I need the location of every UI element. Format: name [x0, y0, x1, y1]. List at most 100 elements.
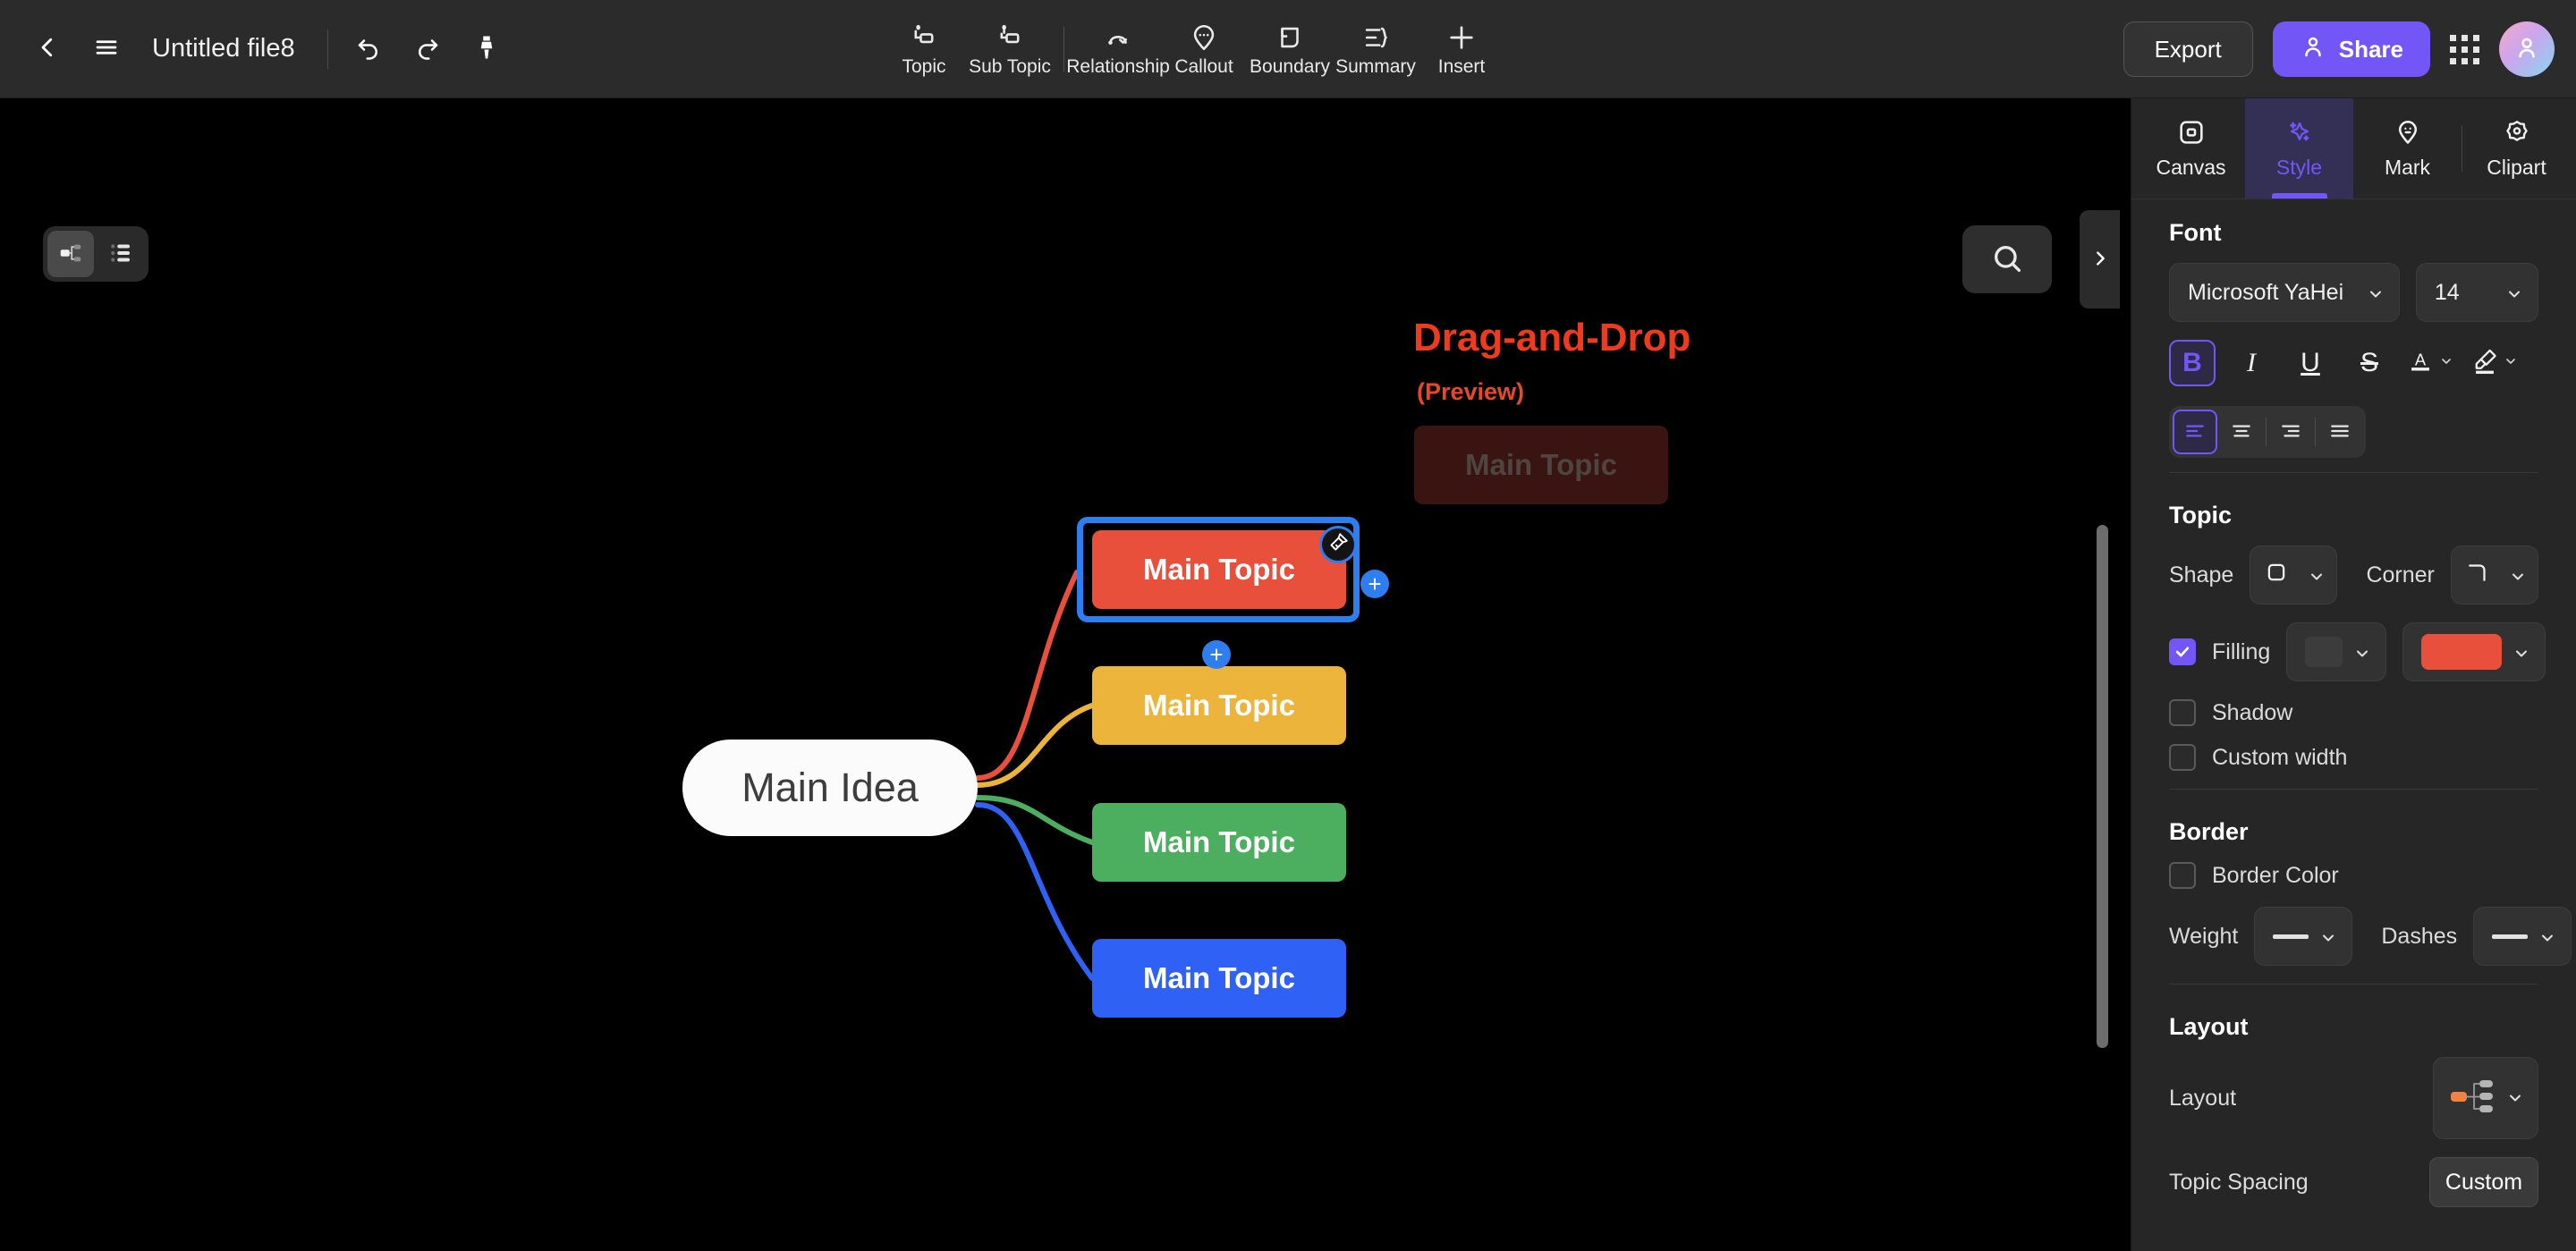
font-section: Font Microsoft YaHei 14 B I U S A: [2131, 199, 2576, 482]
align-justify-icon: [2328, 419, 2351, 445]
tool-callout-label: Callout: [1174, 56, 1233, 77]
redo-button[interactable]: [400, 21, 455, 77]
header-divider: [326, 29, 328, 69]
tab-canvas-label: Canvas: [2156, 155, 2226, 179]
apps-grid-icon[interactable]: [2450, 34, 2479, 64]
sparkle-icon: [2285, 118, 2314, 149]
align-divider: [2266, 418, 2267, 446]
search-icon: [1989, 241, 2025, 279]
tab-mark[interactable]: Mark: [2353, 98, 2462, 199]
align-divider: [2315, 418, 2316, 446]
text-color-icon: A: [2405, 346, 2436, 381]
mindmap-branch-node-3[interactable]: Main Topic: [1092, 803, 1346, 882]
tool-sub-topic[interactable]: Sub Topic: [967, 6, 1053, 92]
avatar[interactable]: [2499, 21, 2555, 77]
shadow-row: Shadow: [2169, 699, 2538, 726]
align-justify-button[interactable]: [2318, 410, 2362, 454]
panel-collapse-button[interactable]: [2080, 210, 2120, 309]
mindmap-branch-node-1[interactable]: Main Topic: [1092, 530, 1346, 609]
node-add-sibling-button[interactable]: +: [1360, 570, 1389, 598]
corner-label: Corner: [2366, 562, 2435, 587]
align-left-button[interactable]: [2173, 410, 2217, 454]
back-button[interactable]: [20, 21, 75, 77]
canvas-vertical-scrollbar[interactable]: [2097, 525, 2108, 1048]
tab-mark-label: Mark: [2384, 155, 2431, 179]
shape-select[interactable]: [2250, 545, 2338, 604]
canvas-area[interactable]: Drag-and-Drop (Preview) Main Topic Main …: [0, 98, 2131, 1251]
custom-width-checkbox[interactable]: [2169, 744, 2196, 771]
tool-relationship[interactable]: Relationship: [1066, 6, 1170, 92]
tool-summary[interactable]: Summary: [1333, 6, 1419, 92]
italic-button[interactable]: I: [2228, 340, 2275, 386]
underline-button[interactable]: U: [2287, 340, 2334, 386]
preview-ghost-node: Main Topic: [1414, 426, 1668, 504]
text-color-control[interactable]: A: [2405, 346, 2457, 381]
chevron-down-icon: [2505, 283, 2523, 301]
chevron-left-icon: [34, 34, 61, 63]
app-header: Untitled file8 Topic Sub Topic Relations…: [0, 0, 2576, 98]
filling-checkbox[interactable]: [2169, 638, 2196, 665]
hamburger-menu-icon: [93, 34, 120, 63]
chevron-down-icon: [2308, 566, 2326, 584]
filling-style-select[interactable]: [2286, 622, 2387, 681]
menu-button[interactable]: [79, 21, 134, 77]
panel-tab-bar: Canvas Style Mark Clipart: [2131, 98, 2576, 199]
tool-boundary-label: Boundary: [1250, 56, 1330, 77]
mindmap-view-icon: [57, 240, 84, 269]
mark-pin-icon: [2394, 118, 2422, 149]
shape-label: Shape: [2169, 562, 2234, 587]
tab-clipart[interactable]: Clipart: [2462, 98, 2571, 199]
document-title[interactable]: Untitled file8: [152, 34, 295, 63]
tool-topic-label: Topic: [902, 56, 946, 77]
weight-dashes-row: Weight Dashes: [2169, 907, 2572, 966]
callout-icon: [1189, 22, 1219, 53]
mindmap-root-node[interactable]: Main Idea: [682, 740, 978, 836]
format-painter-button[interactable]: [459, 21, 514, 77]
user-avatar-icon: [2512, 33, 2541, 66]
strikethrough-button[interactable]: S: [2346, 340, 2393, 386]
font-family-select[interactable]: Microsoft YaHei: [2169, 263, 2400, 322]
highlight-color-control[interactable]: [2470, 346, 2521, 381]
view-toggle-mindmap[interactable]: [47, 231, 94, 277]
chevron-down-icon: [2367, 283, 2385, 301]
tool-relationship-label: Relationship: [1066, 56, 1170, 77]
export-button[interactable]: Export: [2123, 21, 2253, 77]
align-left-icon: [2183, 419, 2207, 445]
mindmap-branch-node-2[interactable]: Main Topic: [1092, 666, 1346, 745]
shadow-checkbox[interactable]: [2169, 699, 2196, 726]
bold-button[interactable]: B: [2169, 340, 2216, 386]
node-brush-badge[interactable]: [1319, 526, 1357, 563]
share-button[interactable]: Share: [2272, 21, 2430, 77]
layout-select[interactable]: [2433, 1057, 2538, 1139]
border-color-checkbox[interactable]: [2169, 862, 2196, 889]
tab-style[interactable]: Style: [2245, 98, 2353, 199]
tool-insert[interactable]: Insert: [1419, 6, 1504, 92]
layout-label: Layout: [2169, 1085, 2237, 1111]
search-button[interactable]: [1962, 225, 2052, 293]
filling-row: Filling: [2169, 622, 2546, 681]
filling-label: Filling: [2212, 638, 2271, 664]
filling-color-select[interactable]: [2402, 622, 2546, 681]
align-right-button[interactable]: [2268, 410, 2313, 454]
node-add-child-button[interactable]: +: [1202, 640, 1231, 669]
clipart-icon: [2503, 118, 2531, 149]
border-dashes-select[interactable]: [2473, 907, 2572, 966]
filling-color-swatch: [2421, 634, 2503, 670]
chevron-down-icon: [2509, 566, 2527, 584]
tab-canvas[interactable]: Canvas: [2137, 98, 2245, 199]
shape-corner-row: Shape Corner: [2169, 545, 2538, 604]
border-weight-select[interactable]: [2254, 907, 2353, 966]
chevron-right-icon: [2090, 249, 2110, 271]
border-color-label: Border Color: [2212, 862, 2339, 888]
corner-select[interactable]: [2450, 545, 2538, 604]
topic-spacing-custom-button[interactable]: Custom: [2429, 1157, 2538, 1207]
font-size-select[interactable]: 14: [2415, 263, 2538, 322]
tool-callout[interactable]: Callout: [1161, 6, 1247, 92]
view-toggle-outline[interactable]: [97, 231, 144, 277]
tool-topic[interactable]: Topic: [881, 6, 967, 92]
align-center-button[interactable]: [2219, 410, 2264, 454]
undo-button[interactable]: [341, 21, 396, 77]
tool-boundary[interactable]: Boundary: [1247, 6, 1333, 92]
mindmap-branch-node-4[interactable]: Main Topic: [1092, 939, 1346, 1018]
align-right-icon: [2279, 419, 2302, 445]
